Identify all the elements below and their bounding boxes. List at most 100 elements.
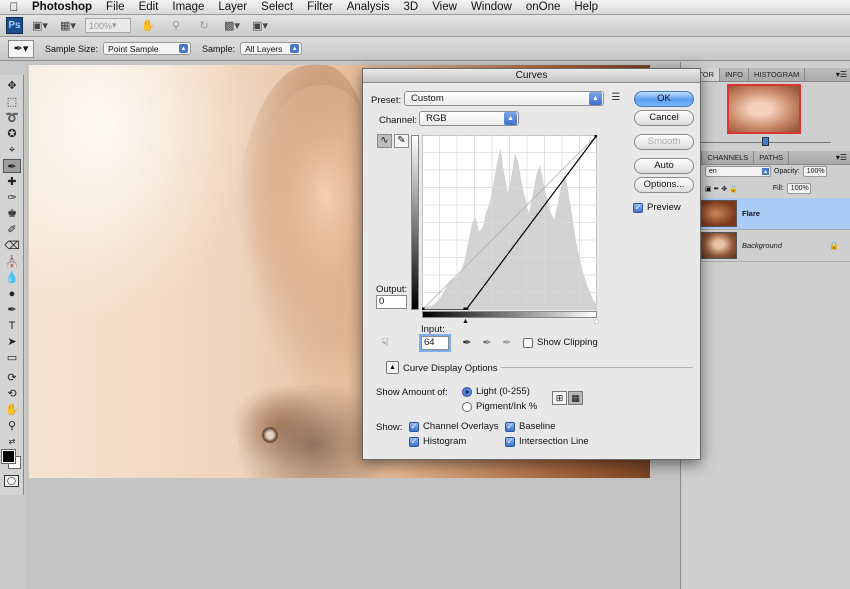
histogram-checkbox[interactable]: ✓ Histogram <box>409 436 466 447</box>
sample-select[interactable]: All Layers ▲ <box>240 42 303 55</box>
curve-graph[interactable] <box>422 135 597 310</box>
zoom-tool-icon[interactable]: ⚲ <box>165 18 187 34</box>
blur-tool-icon[interactable]: 💧 <box>3 271 21 285</box>
edit-points-curve-icon[interactable]: ∿ <box>377 134 392 148</box>
healing-brush-tool-icon[interactable]: ✚ <box>3 175 21 189</box>
photoshop-logo-icon[interactable]: Ps <box>6 17 23 34</box>
curve-control-point[interactable] <box>594 135 598 138</box>
curve-control-point[interactable] <box>422 307 425 311</box>
move-tool-icon[interactable]: ✥ <box>3 79 21 93</box>
opacity-field[interactable]: 100% <box>802 166 827 177</box>
layer-row-background[interactable]: Background 🔒 <box>701 230 850 262</box>
output-field[interactable]: 0 <box>376 295 407 309</box>
menu-edit[interactable]: Edit <box>132 1 166 13</box>
shape-tool-icon[interactable]: ▭ <box>3 351 21 365</box>
type-tool-icon[interactable]: T <box>3 319 21 333</box>
zoom-tool-icon[interactable]: ⚲ <box>3 419 21 433</box>
lasso-tool-icon[interactable]: ➰ <box>3 111 21 125</box>
swap-colors-icon[interactable]: ⇄ <box>3 435 21 449</box>
zoom-level-field[interactable]: 100% ▾ <box>85 18 131 33</box>
menu-file[interactable]: File <box>99 1 132 13</box>
options-button[interactable]: Options... <box>634 177 694 193</box>
white-point-eyedropper-icon[interactable]: ✒ <box>500 336 514 349</box>
black-point-slider-icon[interactable]: ▲ <box>462 318 469 325</box>
layers-panel-tabs: RS CHANNELS PATHS ▾☰ <box>681 151 850 165</box>
panel-menu-icon[interactable]: ▾☰ <box>832 68 850 81</box>
auto-button[interactable]: Auto <box>634 158 694 174</box>
eraser-tool-icon[interactable]: ⌫ <box>3 239 21 253</box>
crop-tool-icon[interactable]: ⌖ <box>3 143 21 157</box>
white-point-slider-icon[interactable]: ▲ <box>593 318 600 325</box>
brush-tool-icon[interactable]: ✑ <box>3 191 21 205</box>
menu-window[interactable]: Window <box>464 1 519 13</box>
input-field[interactable]: 64 <box>419 334 451 352</box>
application-bar: Ps ▣▾ ▦▾ 100% ▾ ✋ ⚲ ↻ ▩▾ ▣▾ <box>0 15 850 37</box>
menu-help[interactable]: Help <box>567 1 605 13</box>
ok-button[interactable]: OK <box>634 91 694 107</box>
menu-onone[interactable]: onOne <box>519 1 568 13</box>
simple-grid-icon[interactable]: ⊞ <box>552 391 567 405</box>
pen-tool-icon[interactable]: ✒ <box>3 303 21 317</box>
clone-stamp-tool-icon[interactable]: ♚ <box>3 207 21 221</box>
channel-select[interactable]: RGB ▲ <box>419 111 519 126</box>
menu-analysis[interactable]: Analysis <box>340 1 397 13</box>
screen-mode-icon[interactable]: ▣▾ <box>249 18 271 34</box>
marquee-tool-icon[interactable]: ⬚ <box>3 95 21 109</box>
gray-point-eyedropper-icon[interactable]: ✒ <box>480 336 494 349</box>
baseline-checkbox[interactable]: ✓ Baseline <box>505 421 555 432</box>
tab-channels[interactable]: CHANNELS <box>702 151 755 164</box>
hand-tool-icon[interactable]: ✋ <box>3 403 21 417</box>
magic-wand-tool-icon[interactable]: ✪ <box>3 127 21 141</box>
menu-3d[interactable]: 3D <box>397 1 426 13</box>
lock-icons[interactable]: ▣ ✒ ✥ 🔒 <box>705 185 738 193</box>
3d-rotate-tool-icon[interactable]: ⟳ <box>3 371 21 385</box>
arrange-documents-icon[interactable]: ▩▾ <box>221 18 243 34</box>
layer-row-flare[interactable]: Flare <box>701 198 850 230</box>
preset-select[interactable]: Custom ▲ <box>404 91 604 106</box>
launch-bridge-icon[interactable]: ▣▾ <box>29 18 51 34</box>
eyedropper-tool-icon[interactable]: ✒ <box>3 159 21 173</box>
menu-app-name[interactable]: Photoshop <box>28 1 99 13</box>
menu-filter[interactable]: Filter <box>300 1 340 13</box>
hand-tool-icon[interactable]: ✋ <box>137 18 159 34</box>
path-selection-tool-icon[interactable]: ➤ <box>3 335 21 349</box>
preview-checkbox[interactable]: ✓ Preview <box>633 202 681 213</box>
show-clipping-checkbox[interactable]: Show Clipping <box>523 337 598 348</box>
rotate-view-icon[interactable]: ↻ <box>193 18 215 34</box>
menu-image[interactable]: Image <box>165 1 211 13</box>
view-extras-icon[interactable]: ▦▾ <box>57 18 79 34</box>
dodge-tool-icon[interactable]: ● <box>3 287 21 301</box>
intersection-line-checkbox[interactable]: ✓ Intersection Line <box>505 436 589 447</box>
blend-mode-select[interactable]: en ▲ <box>705 166 771 177</box>
curve-control-point[interactable] <box>463 307 469 311</box>
channel-overlays-checkbox[interactable]: ✓ Channel Overlays <box>409 421 499 432</box>
apple-menu-icon[interactable]:  <box>0 0 28 14</box>
eyedropper-preset-icon[interactable]: ✒▾ <box>8 39 34 58</box>
cancel-button[interactable]: Cancel <box>634 110 694 126</box>
menu-select[interactable]: Select <box>254 1 300 13</box>
on-image-adjust-hand-icon[interactable]: ☟ <box>378 336 392 349</box>
draw-curve-pencil-icon[interactable]: ✎ <box>394 134 409 148</box>
foreground-color-swatch[interactable] <box>1 449 16 464</box>
pigment-ink-radio[interactable]: Pigment/Ink % <box>462 401 537 412</box>
menu-layer[interactable]: Layer <box>211 1 254 13</box>
tab-histogram[interactable]: HISTOGRAM <box>749 68 806 81</box>
panel-menu-icon[interactable]: ▾☰ <box>832 151 850 164</box>
history-brush-tool-icon[interactable]: ✐ <box>3 223 21 237</box>
quick-mask-icon[interactable]: ◯ <box>4 475 19 487</box>
navigator-thumbnail[interactable] <box>727 84 801 134</box>
tab-paths[interactable]: PATHS <box>754 151 790 164</box>
black-point-eyedropper-icon[interactable]: ✒ <box>460 336 474 349</box>
light-radio[interactable]: Light (0-255) <box>462 386 530 397</box>
sample-size-select[interactable]: Point Sample ▲ <box>103 42 192 55</box>
detailed-grid-icon[interactable]: ▦ <box>568 391 583 405</box>
disclosure-triangle-icon[interactable]: ▲ <box>386 361 399 374</box>
navigator-zoom-knob[interactable] <box>762 137 769 146</box>
tab-info[interactable]: INFO <box>720 68 749 81</box>
menu-view[interactable]: View <box>425 1 464 13</box>
preset-options-icon[interactable]: ☰ <box>609 92 623 103</box>
paint-bucket-tool-icon[interactable]: ⛪ <box>3 255 21 269</box>
3d-orbit-tool-icon[interactable]: ⟲ <box>3 387 21 401</box>
fill-field[interactable]: 100% <box>786 183 811 194</box>
smooth-button[interactable]: Smooth <box>634 134 694 150</box>
